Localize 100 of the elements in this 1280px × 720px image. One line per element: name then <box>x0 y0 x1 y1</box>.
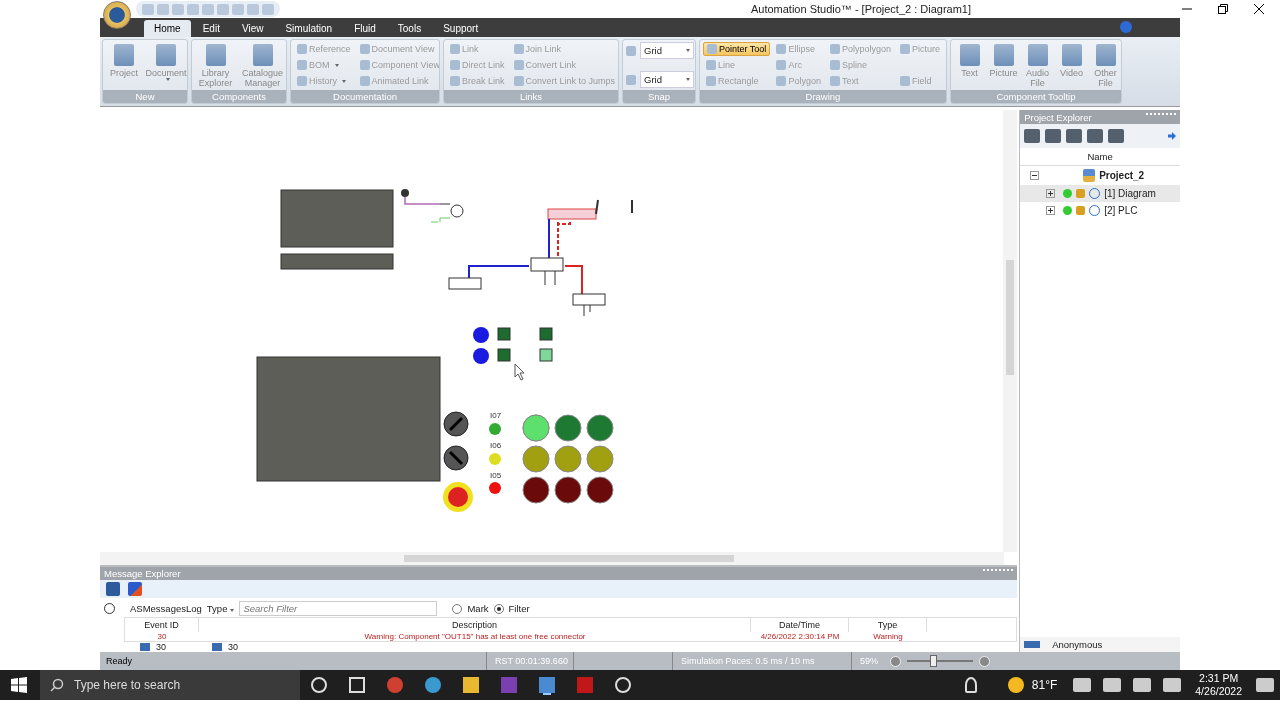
project-tool-icon[interactable] <box>1024 129 1041 143</box>
motor-circuit-drawing <box>401 189 464 223</box>
vertical-scrollbar[interactable] <box>1003 110 1018 552</box>
group-label: Drawing <box>700 90 946 103</box>
ribbon-tab[interactable]: View <box>231 20 274 37</box>
snap-dropdown[interactable]: Grid <box>640 71 694 88</box>
ribbon-tab[interactable]: Support <box>433 20 489 37</box>
ribbon-button[interactable]: Break Link <box>447 74 508 88</box>
ribbon-tab[interactable]: Tools <box>387 20 432 37</box>
slider-thumb[interactable] <box>930 655 938 667</box>
tool-icon <box>829 76 840 86</box>
tree-row[interactable]: [1] Diagram <box>1020 185 1180 202</box>
ribbon-button[interactable]: Document <box>145 42 187 81</box>
tool-icon <box>359 76 370 86</box>
message-count: 30 <box>156 642 166 652</box>
ribbon-button[interactable]: Document View <box>356 42 439 56</box>
tool-icon <box>899 44 910 54</box>
restore-icon[interactable] <box>1218 4 1228 14</box>
ribbon-tab[interactable]: Fluid <box>344 20 386 37</box>
ribbon-button[interactable]: Other File <box>1090 42 1121 88</box>
ribbon-tab[interactable]: Edit <box>192 20 230 37</box>
ribbon-button[interactable]: Polygon <box>773 74 824 88</box>
ribbon-button[interactable]: Audio File <box>1022 42 1053 88</box>
clock-time[interactable]: 2:31 PM <box>1199 672 1239 685</box>
ribbon-button[interactable]: Convert Link to Jumps <box>510 74 618 88</box>
log-name: ASMessagesLog <box>130 603 202 614</box>
zoom-out-icon[interactable] <box>890 655 901 667</box>
project-tool-icon[interactable] <box>1066 129 1083 143</box>
close-icon[interactable] <box>1254 4 1264 14</box>
ribbon-button[interactable]: Ellipse <box>773 42 824 56</box>
ribbon-button[interactable]: Field <box>896 74 943 88</box>
collapse-icon[interactable] <box>1030 171 1040 180</box>
ribbon-button[interactable]: Direct Link <box>447 58 508 72</box>
group-label: Links <box>444 90 618 103</box>
tool-icon <box>776 44 787 54</box>
ribbon-button[interactable]: Polypolygon <box>826 42 894 56</box>
table-cell-text: Warning: Component "OUT15" has at least one free connector <box>363 632 587 641</box>
column-header[interactable]: Type <box>849 618 927 632</box>
taskbar-app-icon[interactable] <box>615 677 631 693</box>
horizontal-scrollbar[interactable] <box>100 552 1004 565</box>
tool-icon <box>776 60 787 70</box>
message-count: 30 <box>228 642 239 652</box>
sun-icon <box>1007 677 1024 693</box>
ribbon-button[interactable]: Join Link <box>510 42 618 56</box>
ribbon-button[interactable]: Video <box>1056 42 1087 78</box>
ribbon-button[interactable]: BOM <box>294 58 354 72</box>
ribbon-button[interactable]: Library Explorer <box>192 42 239 88</box>
ribbon-button[interactable]: History <box>294 74 354 88</box>
ribbon-button[interactable]: Animated Link <box>356 74 439 88</box>
expand-icon[interactable] <box>1046 206 1056 215</box>
project-tool-icon[interactable] <box>1087 129 1104 143</box>
pilot-light <box>554 476 582 504</box>
ribbon-button[interactable]: Picture <box>896 42 943 56</box>
taskbar-app-icon[interactable] <box>425 677 441 693</box>
ribbon-button[interactable]: Spline <box>826 58 894 72</box>
ribbon-tab[interactable]: Home <box>144 20 191 37</box>
pilot-light <box>554 414 582 442</box>
ribbon-button[interactable]: Line <box>703 58 771 72</box>
pilot-light <box>554 445 582 473</box>
pilot-light <box>586 476 614 504</box>
ribbon-button[interactable]: Project <box>103 42 145 78</box>
windows-start-icon[interactable] <box>11 677 27 693</box>
column-header[interactable]: Event ID <box>125 618 199 632</box>
task-view-icon[interactable] <box>349 677 365 693</box>
status-dot-icon <box>1063 189 1073 198</box>
ribbon-button[interactable]: Pointer Tool <box>703 42 771 56</box>
zoom-in-icon[interactable] <box>979 655 990 667</box>
group-label: Component Tooltip <box>951 90 1121 103</box>
ribbon-button[interactable]: Rectangle <box>703 74 771 88</box>
weather-temperature[interactable]: 81°F <box>1031 678 1058 692</box>
pilot-light <box>489 482 501 494</box>
status-text: Ready <box>105 656 133 666</box>
ribbon-button[interactable]: Reference <box>294 42 354 56</box>
type-dropdown[interactable]: Type <box>206 603 235 614</box>
column-header[interactable]: Description <box>199 618 751 632</box>
tree-row[interactable]: [2] PLC <box>1020 202 1180 219</box>
clock-date[interactable]: 4/26/2022 <box>1195 685 1242 698</box>
ribbon-button[interactable]: Text <box>954 42 985 78</box>
ribbon-button[interactable]: Picture <box>988 42 1019 78</box>
pilot-light <box>586 445 614 473</box>
search-field[interactable]: Search Filter <box>239 601 438 616</box>
tool-icon <box>776 76 787 86</box>
taskbar-search-field[interactable]: Type here to search <box>40 670 300 700</box>
project-tool-icon[interactable] <box>1108 129 1125 143</box>
ribbon-button[interactable]: Link <box>447 42 508 56</box>
column-header[interactable]: Date/Time <box>751 618 849 632</box>
expand-icon[interactable] <box>1046 189 1056 198</box>
tree-item[interactable]: Project_2 <box>1099 170 1145 181</box>
ribbon-tab[interactable]: Simulation <box>275 20 343 37</box>
snap-dropdown[interactable]: Grid <box>640 42 694 59</box>
project-tool-icon[interactable] <box>1045 129 1062 143</box>
ribbon-button[interactable]: Text <box>826 74 894 88</box>
tree-item-label: [2] PLC <box>1104 205 1138 216</box>
app-logo-icon[interactable] <box>103 1 131 29</box>
ribbon-button[interactable]: Catalogue Manager <box>239 42 286 88</box>
pilot-light <box>522 476 550 504</box>
tool-icon <box>829 60 840 70</box>
ribbon-button[interactable]: Convert Link <box>510 58 618 72</box>
diagram-canvas[interactable]: I07 I06 I05 <box>100 110 1018 565</box>
ribbon-button[interactable]: Arc <box>773 58 824 72</box>
